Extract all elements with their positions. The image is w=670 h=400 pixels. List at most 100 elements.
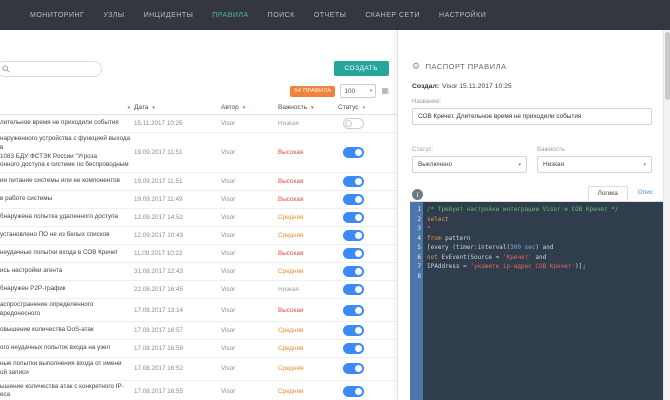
rule-name: ные попытки выполнения входа от имениой … [0,358,134,380]
rule-author: Visor [221,214,278,221]
table-row[interactable]: ышение количества атак с конкретного IP-… [0,381,397,400]
rule-severity: Средняя [278,388,338,395]
info-icon[interactable]: i [412,189,423,200]
rule-date: 17.08.2017 16:59 [134,345,221,352]
page-size-select[interactable]: 100 ▾ [340,84,376,98]
columns-icon[interactable]: ▦ [381,87,389,95]
table-row[interactable]: в работе системы 19.09.2017 11:49 Visor … [0,191,397,209]
table-row[interactable]: аспространение определенного вредоносног… [0,299,397,322]
passport-tabs: ЛогикаОпис [588,185,663,200]
table-row[interactable]: наруженного устройства с функцией выхода… [0,133,397,173]
rule-toggle[interactable] [343,266,364,277]
page-size-value: 100 [344,88,355,95]
status-select[interactable]: Выключено ▾ [412,156,527,173]
rule-name: ого неудачных попыток входа на узел [0,342,134,355]
rule-date: 12.09.2017 14:52 [134,214,221,221]
col-severity[interactable]: Важность▼ [278,104,338,111]
rules-count-badge: 54 ПРАВИЛА [290,86,335,97]
toggle-knob [355,178,362,185]
nav-item[interactable]: УЗЛЫ [103,12,124,19]
rule-toggle[interactable] [343,176,364,187]
nav-item[interactable]: СКАНЕР СЕТИ [365,12,420,19]
nav-item[interactable]: ПРАВИЛА [212,12,248,19]
rule-toggle[interactable] [343,343,364,354]
toggle-knob [355,250,362,257]
rule-author: Visor [221,268,278,275]
col-author[interactable]: Автор▼ [221,104,278,111]
rule-author: Visor [221,149,278,156]
passport-tab[interactable]: Логика [588,186,628,201]
rule-toggle[interactable] [343,325,364,336]
rule-toggle[interactable] [343,363,364,374]
table-row[interactable]: бнаружен P2P-трафик 22.08.2017 16:45 Vis… [0,281,397,299]
panel-title: ⚙ ПАСПОРТ ПРАВИЛА [412,62,652,71]
gear-icon: ⚙ [412,62,421,71]
rules-list-pane: СОЗДАТЬ 54 ПРАВИЛА 100 ▾ ▦ ▼ Дата▼ Автор… [0,30,397,400]
rule-name: ышение количества атак с конкретного IP-… [0,381,134,400]
rule-toggle[interactable] [343,147,364,158]
rule-toggle[interactable] [343,284,364,295]
rule-date: 17.08.2017 16:52 [134,365,221,372]
col-date[interactable]: Дата▼ [134,104,221,111]
search-input[interactable] [13,65,93,72]
filter-caret-icon: ▾ [363,105,366,111]
rule-toggle[interactable] [343,386,364,397]
nav-item[interactable]: ОТЧЕТЫ [314,12,347,19]
table-row[interactable]: бнаружена попытка удаленного доступа 12.… [0,209,397,227]
toggle-knob [355,327,362,334]
rule-severity: Средняя [278,214,338,221]
table-rows: лительное время не приходили события 15.… [0,115,397,400]
table-row[interactable]: овышение количества DoS-атак 17.08.2017 … [0,322,397,340]
toggle-knob [355,345,362,352]
chevron-down-icon: ▾ [518,162,521,168]
search-box[interactable] [0,61,102,77]
rule-severity: Высокая [278,196,338,203]
code-editor[interactable]: 12345678 /* Требует настройки интеграции… [410,201,663,400]
rule-toggle[interactable] [343,248,364,259]
table-row[interactable]: ные попытки выполнения входа от имениой … [0,358,397,381]
panel-title-label: ПАСПОРТ ПРАВИЛА [426,62,507,71]
col-name[interactable]: ▼ [0,105,134,110]
rule-toggle[interactable] [343,212,364,223]
rule-name-input[interactable] [412,108,652,125]
rule-name: установлено ПО не из белых списков [0,229,134,242]
toggle-knob [355,365,362,372]
table-row[interactable]: установлено ПО не из белых списков 12.09… [0,227,397,245]
col-status[interactable]: Статус▾ [338,104,397,111]
sort-icon: ▼ [151,105,155,110]
rule-name: лительное время не приходили события [0,117,134,130]
nav-item[interactable]: МОНИТОРИНГ [30,12,84,19]
rule-toggle[interactable] [343,305,364,316]
nav-item[interactable]: ИНЦИДЕНТЫ [144,12,194,19]
rule-name: овышение количества DoS-атак [0,324,134,337]
chevron-down-icon: ▾ [370,88,373,94]
toggle-knob [355,232,362,239]
rule-toggle[interactable] [343,118,364,129]
rule-toggle[interactable] [343,230,364,241]
table-row[interactable]: ии питание системы или ее компонентов 19… [0,173,397,191]
nav-item[interactable]: НАСТРОЙКИ [439,12,486,19]
code-content[interactable]: /* Требует настройки интеграции Visor и … [423,202,618,400]
scrollbar-thumb[interactable] [665,32,670,100]
create-rule-button[interactable]: СОЗДАТЬ [334,61,390,76]
col-severity-label: Важность [278,104,307,111]
table-row[interactable]: лительное время не приходили события 15.… [0,115,397,133]
table-row[interactable]: ись настройки агента 31.08.2017 12:43 Vi… [0,263,397,281]
rule-author: Visor [221,196,278,203]
passport-tab[interactable]: Опис [628,185,663,200]
nav-items: МОНИТОРИНГ УЗЛЫ ИНЦИДЕНТЫ ПРАВИЛА ПОИСК ОТЧЕТ… [30,12,486,19]
rule-author: Visor [221,388,278,395]
rule-date: 12.09.2017 10:43 [134,232,221,239]
nav-item[interactable]: ПОИСК [268,12,295,19]
rule-severity: Низкая [278,120,338,127]
rule-toggle[interactable] [343,194,364,205]
rule-date: 11.09.2017 10:22 [134,250,221,257]
created-label: Создал: [412,83,439,90]
table-row[interactable]: неудачные попытки входа в СОВ Кречет 11.… [0,245,397,263]
rule-severity: Средняя [278,365,338,372]
page-scrollbar[interactable] [663,30,670,400]
rule-severity: Средняя [278,232,338,239]
table-row[interactable]: ого неудачных попыток входа на узел 17.0… [0,340,397,358]
created-value: Visor 15.11.2017 10:25 [442,83,512,90]
severity-select[interactable]: Низкая ▾ [537,156,652,173]
